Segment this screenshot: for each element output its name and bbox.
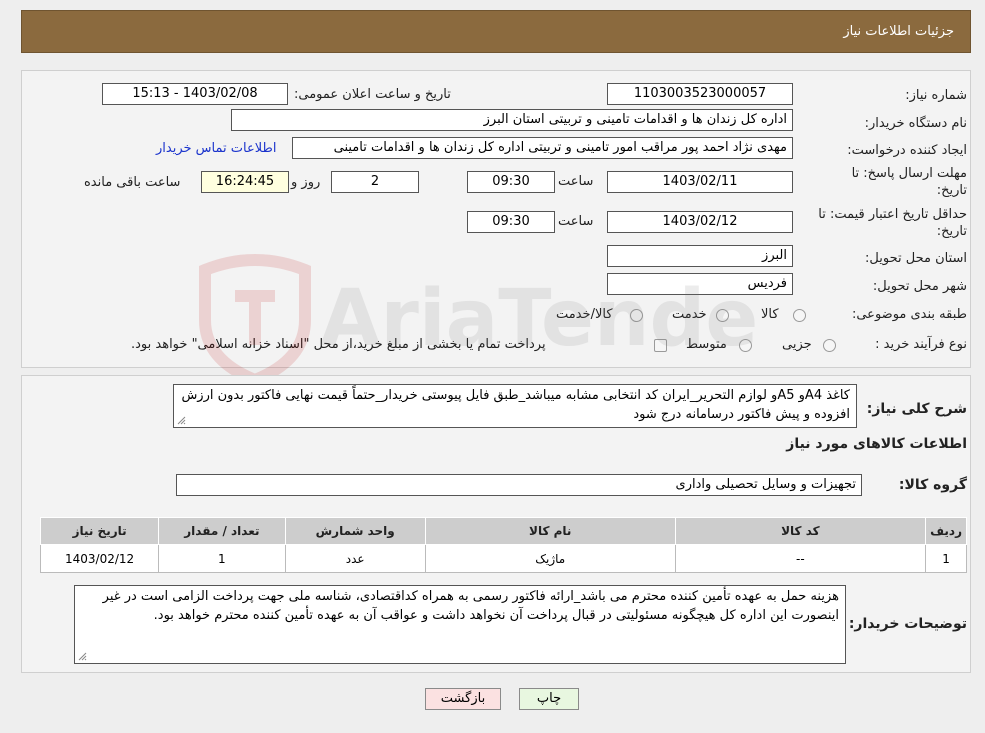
process-option-medium: متوسط <box>686 337 727 352</box>
buyer-notes-label: توضیحات خریدار: <box>848 616 967 632</box>
table-row[interactable]: 1 -- ماژیک عدد 1 1403/02/12 <box>39 544 967 573</box>
description-label: شرح کلی نیاز: <box>866 401 967 417</box>
buyer-org-label: نام دستگاه خریدار: <box>864 116 967 131</box>
category-radio-service[interactable] <box>716 309 729 322</box>
goods-group-label: گروه کالا: <box>898 477 967 493</box>
city-label: شهر محل تحویل: <box>872 279 967 294</box>
buyer-notes-content: هزینه حمل به عهده تأمین کننده محترم می ب… <box>102 589 839 623</box>
resize-grip-icon[interactable] <box>78 652 87 661</box>
need-number-label: شماره نیاز: <box>905 88 967 103</box>
process-option-minor: جزیی <box>782 337 812 352</box>
announce-datetime-field: 1403/02/08 - 15:13 <box>102 83 288 105</box>
days-label: روز و <box>291 175 321 190</box>
buyer-org-field: اداره کل زندان ها و اقدامات تامینی و ترب… <box>231 109 793 131</box>
cell-row: 1 <box>925 544 967 573</box>
description-text: کاغذ A4و A5و لوازم التحریر_ایران کد انتخ… <box>173 384 857 428</box>
buyer-notes-text: هزینه حمل به عهده تأمین کننده محترم می ب… <box>74 585 846 664</box>
page-header: جزئیات اطلاعات نیاز <box>21 10 971 53</box>
announce-datetime-label: تاریخ و ساعت اعلان عمومی: <box>294 87 451 102</box>
category-option-goods: کالا <box>761 307 779 322</box>
col-quantity: تعداد / مقدار <box>158 517 286 545</box>
creator-label: ایجاد کننده درخواست: <box>847 143 967 158</box>
province-label: استان محل تحویل: <box>865 251 967 266</box>
cell-quantity: 1 <box>158 544 286 573</box>
city-field: فردیس <box>607 273 793 295</box>
remaining-time-field: 16:24:45 <box>201 171 289 193</box>
back-button[interactable]: بازگشت <box>425 688 501 710</box>
goods-table-header: ردیف کد کالا نام کالا واحد شمارش تعداد /… <box>39 517 967 545</box>
validity-time-field: 09:30 <box>467 211 555 233</box>
buyer-contact-link[interactable]: اطلاعات تماس خریدار <box>156 141 276 156</box>
col-row: ردیف <box>925 517 967 545</box>
deadline-date-field: 1403/02/11 <box>607 171 793 193</box>
category-radio-goods[interactable] <box>793 309 806 322</box>
category-option-service: خدمت <box>672 307 707 322</box>
process-radio-minor[interactable] <box>823 339 836 352</box>
validity-date-field: 1403/02/12 <box>607 211 793 233</box>
col-name: نام کالا <box>424 517 676 545</box>
col-unit: واحد شمارش <box>284 517 426 545</box>
category-option-goods-service: کالا/خدمت <box>556 307 613 322</box>
goods-section-title: اطلاعات کالاهای مورد نیاز <box>786 436 967 452</box>
category-label: طبقه بندی موضوعی: <box>851 307 967 322</box>
col-code: کد کالا <box>674 517 927 545</box>
description-text-content: کاغذ A4و A5و لوازم التحریر_ایران کد انتخ… <box>181 388 850 422</box>
category-radio-goods-service[interactable] <box>630 309 643 322</box>
process-label: نوع فرآیند خرید : <box>875 337 967 352</box>
print-button[interactable]: چاپ <box>519 688 579 710</box>
deadline-label-line1: مهلت ارسال پاسخ: تا <box>851 166 967 181</box>
page-title: جزئیات اطلاعات نیاز <box>843 24 954 39</box>
cell-name: ماژیک <box>424 544 676 573</box>
need-number-field: 1103003523000057 <box>607 83 793 105</box>
cell-need-date: 1403/02/12 <box>39 544 160 573</box>
process-radio-medium[interactable] <box>739 339 752 352</box>
cell-code: -- <box>674 544 927 573</box>
cell-unit: عدد <box>284 544 426 573</box>
col-need-date: تاریخ نیاز <box>39 517 160 545</box>
province-field: البرز <box>607 245 793 267</box>
deadline-label-line2: تاریخ: <box>936 183 967 198</box>
remaining-label: ساعت باقی مانده <box>84 175 181 190</box>
deadline-time-field: 09:30 <box>467 171 555 193</box>
deadline-time-label: ساعت <box>558 174 594 189</box>
days-field: 2 <box>331 171 419 193</box>
goods-table: ردیف کد کالا نام کالا واحد شمارش تعداد /… <box>39 517 967 573</box>
process-checkbox-treasury[interactable] <box>654 339 667 352</box>
validity-label-line1: حداقل تاریخ اعتبار قیمت: تا <box>818 207 967 222</box>
resize-grip-icon[interactable] <box>177 416 186 425</box>
validity-label-line2: تاریخ: <box>936 224 967 239</box>
process-treasury-note: پرداخت تمام یا بخشی از مبلغ خرید،از محل … <box>131 337 546 352</box>
goods-group-field: تجهیزات و وسایل تحصیلی واداری <box>176 474 862 496</box>
validity-time-label: ساعت <box>558 214 594 229</box>
creator-field: مهدی نژاد احمد پور مراقب امور تامینی و ت… <box>292 137 793 159</box>
